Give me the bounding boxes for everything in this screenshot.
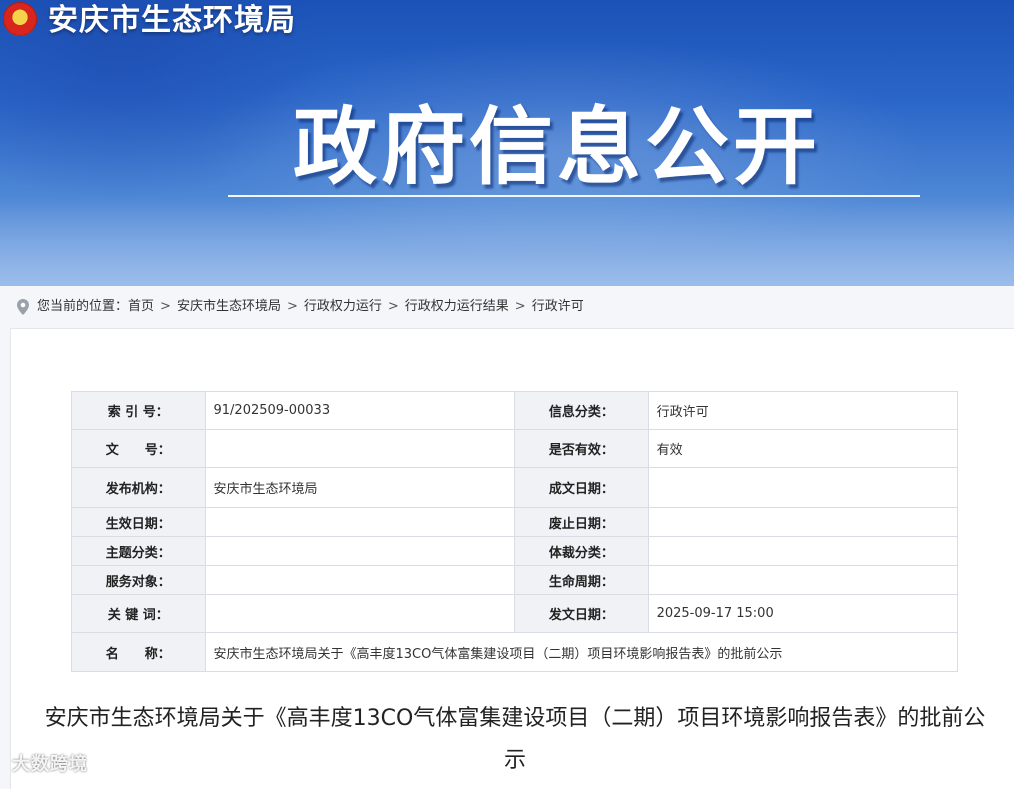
meta-value: 2025-09-17 15:00 <box>647 594 959 633</box>
meta-label: 成文日期： <box>514 467 649 508</box>
meta-label: 是否有效： <box>514 429 649 468</box>
meta-row: 服务对象： 生命周期： <box>71 565 959 595</box>
meta-label: 索 引 号： <box>71 391 206 430</box>
meta-label: 废止日期： <box>514 507 649 537</box>
meta-label: 主题分类： <box>71 536 206 566</box>
meta-label: 名 称： <box>71 632 206 672</box>
document-title: 安庆市生态环境局关于《高丰度13CO气体富集建设项目（二期）项目环境影响报告表》… <box>44 706 986 773</box>
header-banner: 安庆市生态环境局 政府信息公开 <box>0 0 1014 286</box>
meta-value: 91/202509-00033 <box>204 391 516 430</box>
breadcrumb-admin-license[interactable]: 行政许可 <box>532 299 584 314</box>
location-pin-icon <box>17 299 29 315</box>
meta-value: 有效 <box>647 429 959 468</box>
meta-row: 索 引 号： 91/202509-00033 信息分类： 行政许可 <box>71 391 959 430</box>
meta-label: 文 号： <box>71 429 206 468</box>
meta-row: 生效日期： 废止日期： <box>71 507 959 537</box>
meta-row: 文 号： 是否有效： 有效 <box>71 429 959 468</box>
banner-cityscape <box>0 196 1014 286</box>
meta-name-value: 安庆市生态环境局关于《高丰度13CO气体富集建设项目（二期）项目环境影响报告表》… <box>204 632 958 672</box>
breadcrumb: 您当前的位置：首页 > 安庆市生态环境局 > 行政权力运行 > 行政权力运行结果 > 行政许可 <box>0 286 1014 328</box>
breadcrumb-separator: > <box>514 299 526 314</box>
breadcrumb-separator: > <box>160 299 171 314</box>
breadcrumb-separator: > <box>286 299 298 314</box>
watermark-logo: 大数跨境 <box>12 754 88 775</box>
meta-label: 发布机构： <box>71 467 206 508</box>
breadcrumb-admin-results[interactable]: 行政权力运行结果 <box>405 299 509 314</box>
meta-row: 发布机构： 安庆市生态环境局 成文日期： <box>71 467 959 508</box>
site-title[interactable]: 安庆市生态环境局 <box>48 1 296 41</box>
breadcrumb-prefix: 您当前的位置： <box>37 299 129 314</box>
breadcrumb-home[interactable]: 首页 <box>128 299 154 314</box>
breadcrumb-separator: > <box>387 299 399 314</box>
meta-row: 关 键 词： 发文日期： 2025-09-17 15:00 <box>71 594 959 633</box>
national-emblem-icon <box>3 2 37 36</box>
meta-label: 关 键 词： <box>71 594 206 633</box>
meta-row-name: 名 称： 安庆市生态环境局关于《高丰度13CO气体富集建设项目（二期）项目环境影响… <box>71 632 958 672</box>
metadata-table-body: 索 引 号： 91/202509-00033 信息分类： 行政许可文 号： 是否有效：有… <box>71 391 959 672</box>
meta-value: 安庆市生态环境局 <box>204 467 516 508</box>
meta-value <box>647 467 959 508</box>
meta-label: 信息分类： <box>514 391 649 430</box>
meta-value <box>647 565 959 595</box>
meta-row: 主题分类： 体裁分类： <box>71 536 959 566</box>
meta-value <box>204 536 516 566</box>
meta-value <box>204 594 516 633</box>
meta-label: 体裁分类： <box>514 536 649 566</box>
meta-value <box>647 507 959 537</box>
meta-value <box>204 429 516 468</box>
meta-value <box>204 565 516 595</box>
meta-value <box>647 536 959 566</box>
meta-label: 生效日期： <box>71 507 206 537</box>
banner-divider <box>228 195 920 197</box>
meta-label: 生命周期： <box>514 565 649 595</box>
info-metadata-table: 索 引 号： 91/202509-00033 信息分类： 行政许可文 号： 是否有效：有… <box>71 391 959 672</box>
breadcrumb-admin-power[interactable]: 行政权力运行 <box>304 299 382 314</box>
meta-value: 行政许可 <box>647 391 959 430</box>
meta-label: 服务对象： <box>71 565 206 595</box>
breadcrumb-bureau[interactable]: 安庆市生态环境局 <box>177 299 281 314</box>
meta-value <box>204 507 516 537</box>
meta-label: 发文日期： <box>514 594 649 633</box>
banner-title: 政府信息公开 <box>292 97 821 196</box>
